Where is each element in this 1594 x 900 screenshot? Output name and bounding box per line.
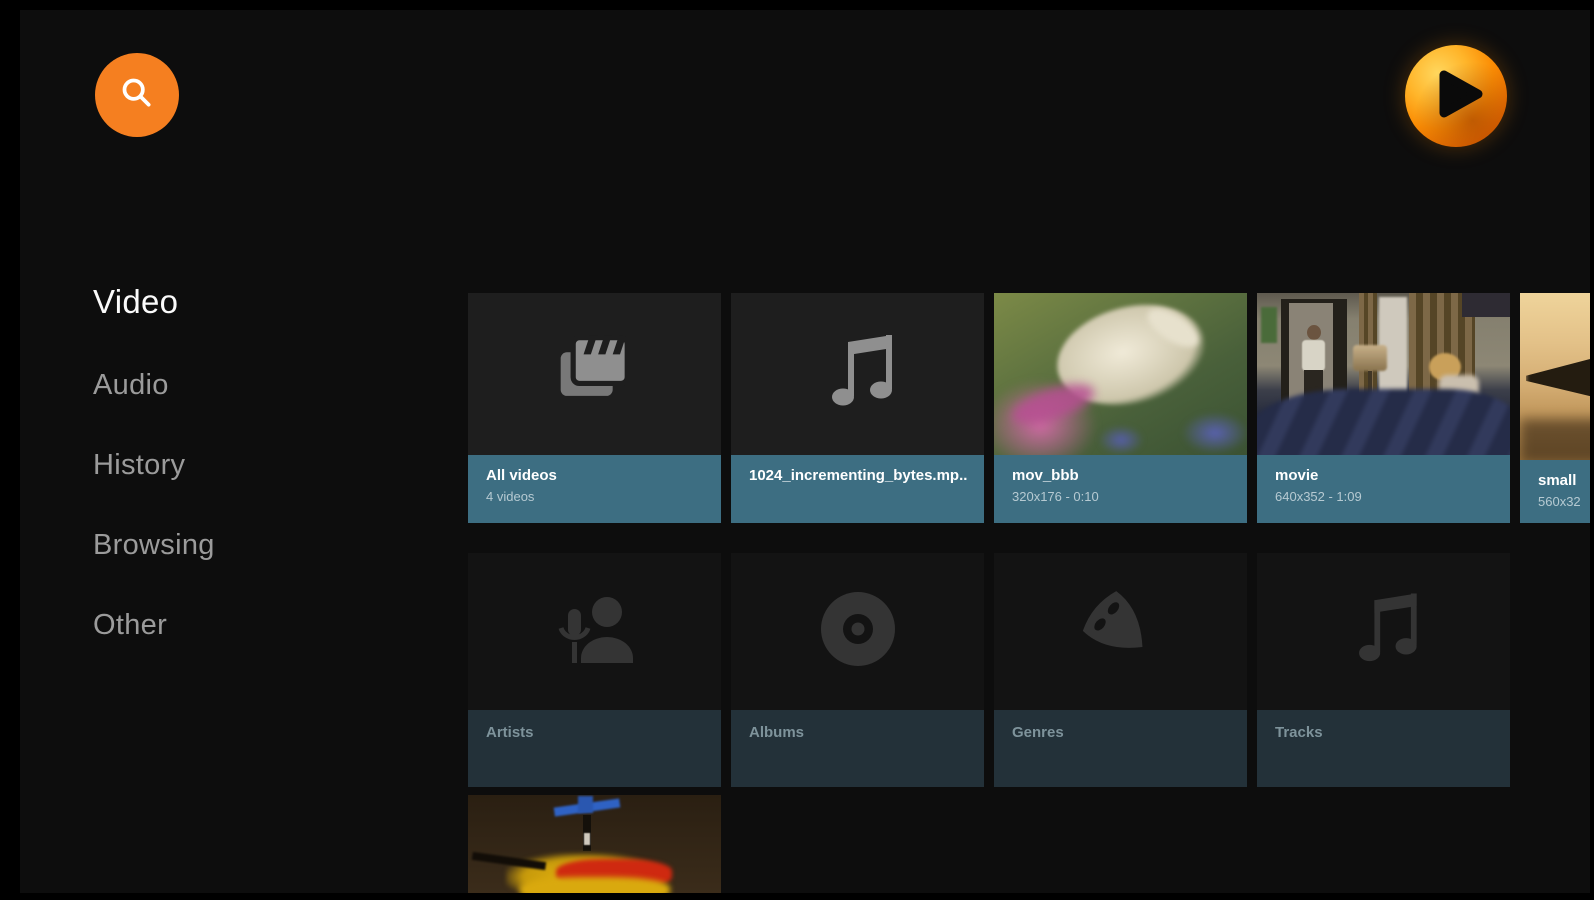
card-title: movie: [1275, 467, 1319, 484]
card-title: All videos: [486, 467, 557, 484]
theater-mask-icon: [1071, 579, 1171, 684]
album-disc-icon: [808, 579, 908, 684]
card-small[interactable]: small 560x32: [1520, 293, 1590, 523]
card-all-videos[interactable]: All videos 4 videos: [468, 293, 721, 523]
search-icon: [117, 73, 157, 118]
music-note-icon: [1336, 581, 1432, 682]
artist-icon: [545, 579, 645, 684]
card-title: small: [1538, 472, 1577, 489]
search-button[interactable]: [95, 53, 179, 137]
sidebar-item-other[interactable]: Other: [93, 607, 215, 643]
card-title: Artists: [486, 724, 534, 741]
card-subtitle: 560x32: [1538, 494, 1581, 509]
card-movie[interactable]: movie 640x352 - 1:09: [1257, 293, 1510, 523]
app-frame: Video Audio History Browsing Other All v…: [20, 10, 1590, 893]
card-title: mov_bbb: [1012, 467, 1079, 484]
card-title: 1024_incrementing_bytes.mp..: [749, 467, 968, 484]
card-tracks[interactable]: Tracks: [1257, 553, 1510, 787]
card-genres[interactable]: Genres: [994, 553, 1247, 787]
card-title: Genres: [1012, 724, 1064, 741]
sidebar-item-browsing[interactable]: Browsing: [93, 527, 215, 563]
card-audio-file[interactable]: 1024_incrementing_bytes.mp..: [731, 293, 984, 523]
video-thumbnail-toy: [1520, 293, 1590, 460]
sidebar: Video Audio History Browsing Other: [93, 282, 215, 687]
sidebar-item-audio[interactable]: Audio: [93, 367, 215, 403]
card-grid: All videos 4 videos 1024_incrementing_by…: [468, 10, 1590, 893]
card-mov-bbb[interactable]: mov_bbb 320x176 - 0:10: [994, 293, 1247, 523]
video-thumbnail-bunny: [994, 293, 1247, 455]
sidebar-item-history[interactable]: History: [93, 447, 215, 483]
card-subtitle: 4 videos: [486, 489, 535, 504]
card-subtitle: 640x352 - 1:09: [1275, 489, 1362, 504]
tv-screen: Video Audio History Browsing Other All v…: [0, 0, 1594, 900]
video-thumbnail-bedroom: [1257, 293, 1510, 455]
sidebar-item-video[interactable]: Video: [93, 282, 215, 322]
card-albums[interactable]: Albums: [731, 553, 984, 787]
card-title: Tracks: [1275, 724, 1323, 741]
card-title: Albums: [749, 724, 805, 741]
music-note-icon: [808, 322, 908, 427]
video-thumbnail-lego: [468, 795, 721, 893]
card-artists[interactable]: Artists: [468, 553, 721, 787]
video-collection-icon: [543, 320, 647, 429]
card-partial-lego[interactable]: [468, 795, 721, 893]
card-subtitle: 320x176 - 0:10: [1012, 489, 1099, 504]
